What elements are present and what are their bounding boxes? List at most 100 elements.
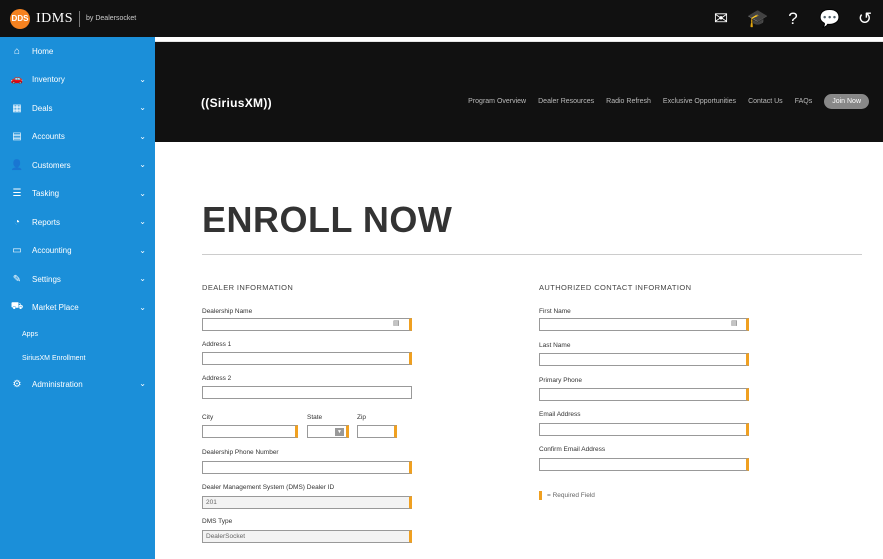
graduation-cap-icon[interactable]: 🎓 xyxy=(747,0,768,37)
sidebar-item-label: Settings xyxy=(32,274,61,284)
pie-chart-icon: ◔ xyxy=(13,216,21,228)
sidebar-item-settings[interactable]: ✎ Settings ⌄ xyxy=(0,265,155,294)
zip-input[interactable] xyxy=(357,425,397,438)
sidebar-subitem-apps[interactable]: Apps xyxy=(0,322,155,346)
sidebar-item-label: Tasking xyxy=(32,189,60,199)
page-title: ENROLL NOW xyxy=(202,199,453,240)
chevron-down-icon: ⌄ xyxy=(139,302,146,312)
sidebar-item-label: Administration xyxy=(32,379,83,389)
nav-exclusive-opportunities[interactable]: Exclusive Opportunities xyxy=(663,98,736,105)
primary-phone-label: Primary Phone xyxy=(539,377,582,384)
dropdown-arrow-icon[interactable]: ▼ xyxy=(335,428,344,436)
mail-icon[interactable]: ✉ xyxy=(711,0,731,37)
address1-input[interactable] xyxy=(202,352,412,365)
history-icon[interactable]: ↺ xyxy=(855,0,875,37)
chat-icon[interactable]: 💬 xyxy=(819,0,840,37)
email-label: Email Address xyxy=(539,411,581,418)
nav-radio-refresh[interactable]: Radio Refresh xyxy=(606,98,651,105)
sidebar-item-label: Inventory xyxy=(32,75,65,85)
id-card-icon: ▤ xyxy=(12,131,22,143)
first-name-input[interactable] xyxy=(539,318,749,331)
sidebar-item-deals[interactable]: ▦ Deals ⌄ xyxy=(0,94,155,123)
chevron-down-icon: ⌄ xyxy=(139,379,146,388)
home-icon: ⌂ xyxy=(13,45,21,57)
siriusxm-nav: Program Overview Dealer Resources Radio … xyxy=(468,94,869,109)
confirm-email-input[interactable] xyxy=(539,458,749,471)
gear-icon: ⚙ xyxy=(12,378,22,390)
brand[interactable]: DDS IDMS by Dealersocket xyxy=(10,8,137,29)
dealership-phone-label: Dealership Phone Number xyxy=(202,449,279,456)
brand-logo-icon: DDS xyxy=(10,8,30,29)
sidebar-item-tasking[interactable]: ☰ Tasking ⌄ xyxy=(0,180,155,209)
sidebar-item-customers[interactable]: 👤 Customers ⌄ xyxy=(0,151,155,180)
sidebar-item-home[interactable]: ⌂ Home xyxy=(0,37,155,66)
sidebar-item-inventory[interactable]: 🚗 Inventory ⌄ xyxy=(0,66,155,95)
first-name-label: First Name xyxy=(539,308,571,315)
city-label: City xyxy=(202,414,214,421)
contact-info-title: AUTHORIZED CONTACT INFORMATION xyxy=(539,283,692,292)
dms-id-label: Dealer Management System (DMS) Dealer ID xyxy=(202,484,335,491)
top-icons: ✉ 🎓 ? 💬 ↺ xyxy=(711,0,875,37)
nav-program-overview[interactable]: Program Overview xyxy=(468,98,526,105)
main-content: ((SiriusXM)) Program Overview Dealer Res… xyxy=(155,37,883,559)
brand-divider xyxy=(79,10,81,27)
chevron-down-icon: ⌄ xyxy=(139,131,146,141)
siriusxm-logo[interactable]: ((SiriusXM)) xyxy=(201,96,272,110)
nav-contact-us[interactable]: Contact Us xyxy=(748,98,783,105)
email-input[interactable] xyxy=(539,423,749,436)
dealership-phone-input[interactable] xyxy=(202,461,412,474)
state-label: State xyxy=(307,414,323,421)
sidebar-item-accounts[interactable]: ▤ Accounts ⌄ xyxy=(0,123,155,152)
title-divider xyxy=(202,254,862,255)
wrench-icon: ✎ xyxy=(12,273,22,285)
chevron-down-icon: ⌄ xyxy=(139,274,146,283)
chevron-down-icon: ⌄ xyxy=(139,188,146,198)
dms-id-input[interactable]: 201 xyxy=(202,496,412,509)
contact-card-icon: ▤ xyxy=(731,320,738,327)
sidebar-item-label: Customers xyxy=(32,160,71,170)
chevron-down-icon: ⌄ xyxy=(139,245,146,255)
sidebar-item-label: Home xyxy=(32,46,54,56)
confirm-email-label: Confirm Email Address xyxy=(539,446,606,453)
sidebar-item-reports[interactable]: ◔ Reports ⌄ xyxy=(0,208,155,237)
address2-label: Address 2 xyxy=(202,375,232,382)
address2-input[interactable] xyxy=(202,386,412,399)
nav-faqs[interactable]: FAQs xyxy=(795,98,813,105)
city-input[interactable] xyxy=(202,425,298,438)
last-name-input[interactable] xyxy=(539,353,749,366)
sidebar-item-label: Reports xyxy=(32,217,61,227)
chevron-down-icon: ⌄ xyxy=(139,160,146,169)
address1-label: Address 1 xyxy=(202,341,232,348)
brand-name: IDMS xyxy=(36,10,74,26)
sidebar-item-accounting[interactable]: ▭ Accounting ⌄ xyxy=(0,237,155,266)
top-bar: DDS IDMS by Dealersocket ✉ 🎓 ? 💬 ↺ xyxy=(0,0,883,37)
primary-phone-input[interactable] xyxy=(539,388,749,401)
join-now-button[interactable]: Join Now xyxy=(824,94,869,109)
chevron-down-icon: ⌄ xyxy=(139,217,146,226)
nav-dealer-resources[interactable]: Dealer Resources xyxy=(538,98,594,105)
last-name-label: Last Name xyxy=(539,342,571,349)
sidebar-item-administration[interactable]: ⚙ Administration ⌄ xyxy=(0,370,155,399)
sidebar-item-market-place[interactable]: ⛟ Market Place ⌄ xyxy=(0,294,155,323)
dealership-name-label: Dealership Name xyxy=(202,308,253,315)
calculator-icon: ▦ xyxy=(12,102,22,114)
brand-subtitle: by Dealersocket xyxy=(86,15,137,22)
dealership-name-input[interactable] xyxy=(202,318,412,331)
user-icon: 👤 xyxy=(10,159,24,171)
required-field-note: = Required Field xyxy=(539,491,595,500)
car-icon: 🚗 xyxy=(10,74,24,86)
sidebar-item-label: Market Place xyxy=(32,303,79,313)
siriusxm-header: ((SiriusXM)) Program Overview Dealer Res… xyxy=(155,42,883,142)
chevron-down-icon: ⌄ xyxy=(139,74,146,84)
dealer-info-title: DEALER INFORMATION xyxy=(202,283,294,292)
credit-card-icon: ▭ xyxy=(12,245,22,257)
sidebar-item-label: Deals xyxy=(32,103,53,113)
sidebar-item-label: Accounts xyxy=(32,132,65,142)
truck-icon: ⛟ xyxy=(10,301,24,313)
sidebar-item-label: Accounting xyxy=(32,246,72,256)
dms-type-input[interactable]: DealerSocket xyxy=(202,530,412,543)
sidebar-subitem-siriusxm-enrollment[interactable]: SiriusXM Enrollment xyxy=(0,346,155,370)
list-icon: ☰ xyxy=(12,188,22,200)
contact-card-icon: ▤ xyxy=(393,320,400,327)
help-icon[interactable]: ? xyxy=(783,0,803,37)
